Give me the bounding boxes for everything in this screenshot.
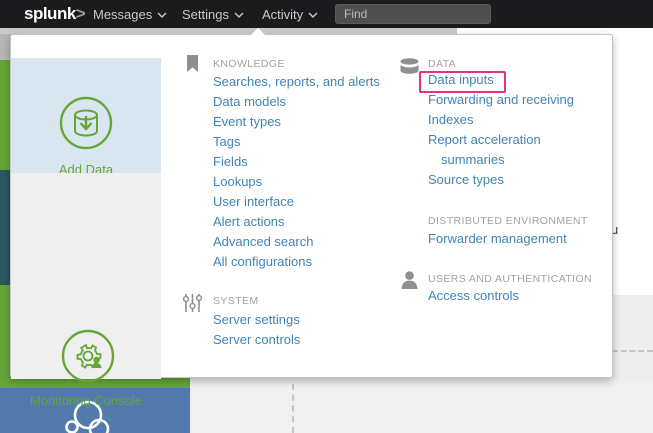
nav-messages-label: Messages [93,7,152,22]
menu-item-access-controls[interactable]: Access controls [428,286,519,306]
nav-settings-label: Settings [182,7,229,22]
menu-item-server-settings[interactable]: Server settings [213,310,300,330]
menu-item-lookups[interactable]: Lookups [213,172,380,192]
menu-item-server-controls[interactable]: Server controls [213,330,300,350]
background-bottom-panel [190,378,653,433]
menu-item-data-inputs[interactable]: Data inputs [428,70,574,90]
user-icon [401,271,418,289]
nav-activity-label: Activity [262,7,303,22]
tile-add-data[interactable]: Add Data [11,58,161,173]
section-links-distributed-environment: Forwarder management [428,229,567,249]
logo-caret: > [76,4,85,23]
sliders-icon [183,294,202,312]
menu-item-data-models[interactable]: Data models [213,92,380,112]
top-app-bar: splunk> Messages Settings Activity [0,0,653,28]
nav-settings-menu[interactable]: Settings [182,7,244,22]
splunk-logo[interactable]: splunk> [24,4,85,24]
logo-text: splunk [24,4,76,23]
menu-item-indexes[interactable]: Indexes [428,110,574,130]
menu-item-user-interface[interactable]: User interface [213,192,380,212]
monitoring-console-icon [61,329,115,383]
database-icon [400,58,419,74]
section-links-system: Server settings Server controls [213,310,300,350]
section-heading-data: DATA [428,58,456,70]
section-links-users-authentication: Access controls [428,286,519,306]
add-data-icon [59,96,113,150]
section-heading-users-authentication: USERS AND AUTHENTICATION [428,273,592,285]
menu-item-event-types[interactable]: Event types [213,112,380,132]
menu-item-source-types[interactable]: Source types [428,170,574,190]
menu-item-alert-actions[interactable]: Alert actions [213,212,380,232]
chevron-down-icon [157,12,167,18]
section-links-data: Data inputs Forwarding and receiving Ind… [428,70,574,190]
menu-item-searches-reports-alerts[interactable]: Searches, reports, and alerts [213,72,380,92]
section-links-knowledge: Searches, reports, and alerts Data model… [213,72,380,272]
section-heading-knowledge: KNOWLEDGE [213,58,285,70]
menu-item-forwarding-and-receiving[interactable]: Forwarding and receiving [428,90,574,110]
menu-item-fields[interactable]: Fields [213,152,380,172]
menu-item-report-acceleration-summaries[interactable]: Report acceleration summaries [428,130,548,170]
chevron-down-icon [308,12,318,18]
bookmark-icon [186,55,199,72]
chevron-down-icon [234,12,244,18]
section-heading-system: SYSTEM [213,295,259,307]
background-right-white [612,34,653,295]
menu-item-tags[interactable]: Tags [213,132,380,152]
background-dashed-divider-vertical [292,384,294,433]
background-dashed-divider-horizontal [612,350,653,352]
tile-monitoring-console-label: Monitoring Console [11,393,161,408]
dropdown-notch-fill [250,28,266,36]
nav-messages-menu[interactable]: Messages [93,7,167,22]
menu-item-advanced-search[interactable]: Advanced search [213,232,380,252]
section-heading-distributed-environment: DISTRIBUTED ENVIRONMENT [428,215,588,227]
nav-activity-menu[interactable]: Activity [262,7,318,22]
find-search-input[interactable] [335,4,491,24]
menu-item-forwarder-management[interactable]: Forwarder management [428,229,567,249]
menu-item-all-configurations[interactable]: All configurations [213,252,380,272]
tile-monitoring-console[interactable]: Monitoring Console [11,173,161,379]
